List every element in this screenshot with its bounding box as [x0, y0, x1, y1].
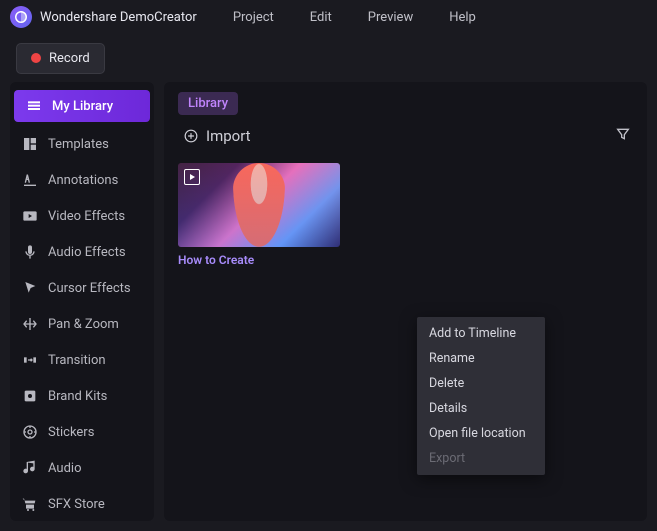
- menu-help[interactable]: Help: [449, 10, 476, 25]
- sidebar-item-library[interactable]: My Library: [14, 90, 150, 122]
- audio-effects-icon: [22, 244, 38, 260]
- thumbnail-image: [178, 163, 340, 247]
- record-bar: Record: [0, 34, 657, 82]
- media-thumbnail[interactable]: How to Create: [178, 163, 340, 267]
- context-item-delete[interactable]: Delete: [417, 371, 545, 396]
- sidebar-item-audio[interactable]: Audio: [10, 450, 154, 486]
- sidebar-item-label: Annotations: [48, 173, 118, 188]
- cursor-effects-icon: [22, 280, 38, 296]
- tab-library[interactable]: Library: [178, 92, 238, 115]
- record-button[interactable]: Record: [16, 43, 105, 74]
- context-item-open-file-location[interactable]: Open file location: [417, 421, 545, 446]
- sidebar-item-label: My Library: [52, 99, 113, 114]
- sidebar-item-label: SFX Store: [48, 497, 105, 512]
- thumbnail-label: How to Create: [178, 253, 340, 267]
- app-title: Wondershare DemoCreator: [40, 10, 197, 25]
- sidebar-item-label: Audio: [48, 461, 81, 476]
- audio-icon: [22, 460, 38, 476]
- sidebar-item-templates[interactable]: Templates: [10, 126, 154, 162]
- templates-icon: [22, 136, 38, 152]
- context-item-rename[interactable]: Rename: [417, 346, 545, 371]
- content-panel: Library Import How to Create Add to Time…: [164, 82, 647, 521]
- app-logo-icon: [10, 6, 32, 28]
- context-menu: Add to TimelineRenameDeleteDetailsOpen f…: [417, 317, 545, 475]
- pan-zoom-icon: [22, 316, 38, 332]
- record-dot-icon: [31, 53, 41, 63]
- menu-preview[interactable]: Preview: [368, 10, 413, 25]
- sidebar-item-label: Stickers: [48, 425, 94, 440]
- menu-edit[interactable]: Edit: [310, 10, 332, 25]
- sidebar-item-label: Cursor Effects: [48, 281, 131, 296]
- sidebar-item-cursor-effects[interactable]: Cursor Effects: [10, 270, 154, 306]
- sidebar-item-pan-zoom[interactable]: Pan & Zoom: [10, 306, 154, 342]
- sidebar-item-brand-kits[interactable]: Brand Kits: [10, 378, 154, 414]
- video-effects-icon: [22, 208, 38, 224]
- context-item-details[interactable]: Details: [417, 396, 545, 421]
- thumbnail-grid: How to Create: [178, 163, 633, 267]
- menu-bar: Project Edit Preview Help: [233, 10, 476, 25]
- tab-row: Library: [178, 92, 633, 115]
- sfx-store-icon: [22, 496, 38, 512]
- sidebar-item-stickers[interactable]: Stickers: [10, 414, 154, 450]
- sidebar-item-label: Video Effects: [48, 209, 125, 224]
- import-button[interactable]: Import: [178, 123, 257, 149]
- filter-icon[interactable]: [615, 126, 631, 146]
- import-label: Import: [206, 127, 251, 145]
- stickers-icon: [22, 424, 38, 440]
- sidebar-item-label: Pan & Zoom: [48, 317, 119, 332]
- sidebar-item-label: Transition: [48, 353, 106, 368]
- sidebar-item-label: Templates: [48, 137, 109, 152]
- brand-kits-icon: [22, 388, 38, 404]
- sidebar: My Library Templates Annotations Video Effe…: [10, 82, 154, 521]
- top-menubar: Wondershare DemoCreator Project Edit Pre…: [0, 0, 657, 34]
- context-item-export: Export: [417, 446, 545, 471]
- sidebar-item-annotations[interactable]: Annotations: [10, 162, 154, 198]
- sidebar-item-label: Brand Kits: [48, 389, 107, 404]
- transition-icon: [22, 352, 38, 368]
- plus-circle-icon: [184, 129, 198, 143]
- sidebar-item-audio-effects[interactable]: Audio Effects: [10, 234, 154, 270]
- menu-project[interactable]: Project: [233, 10, 274, 25]
- video-clip-icon: [184, 169, 200, 185]
- sidebar-item-sfx-store[interactable]: SFX Store: [10, 486, 154, 521]
- record-label: Record: [49, 51, 90, 66]
- sidebar-item-transition[interactable]: Transition: [10, 342, 154, 378]
- annotations-icon: [22, 172, 38, 188]
- context-item-add-to-timeline[interactable]: Add to Timeline: [417, 321, 545, 346]
- sidebar-item-label: Audio Effects: [48, 245, 126, 260]
- sidebar-item-video-effects[interactable]: Video Effects: [10, 198, 154, 234]
- library-icon: [26, 98, 42, 114]
